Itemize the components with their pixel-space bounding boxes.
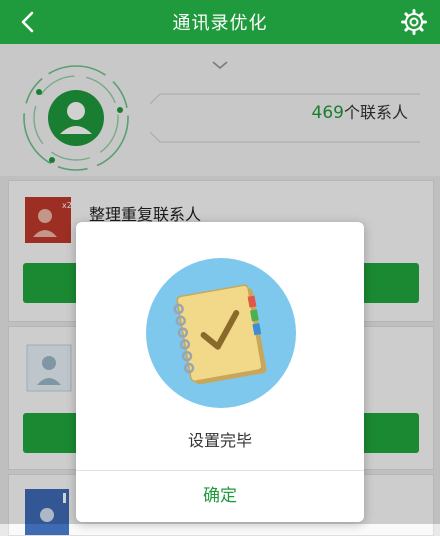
confirm-button[interactable]: 确定 [76,471,364,522]
page-title: 通讯录优化 [172,13,268,34]
back-arrow-icon[interactable] [14,8,42,36]
completion-dialog: 设置完毕 确定 [76,222,364,522]
app-header: 通讯录优化 [0,0,440,44]
notebook-check-icon [146,258,296,408]
gear-icon[interactable] [400,8,428,36]
dialog-message: 设置完毕 [187,431,252,450]
